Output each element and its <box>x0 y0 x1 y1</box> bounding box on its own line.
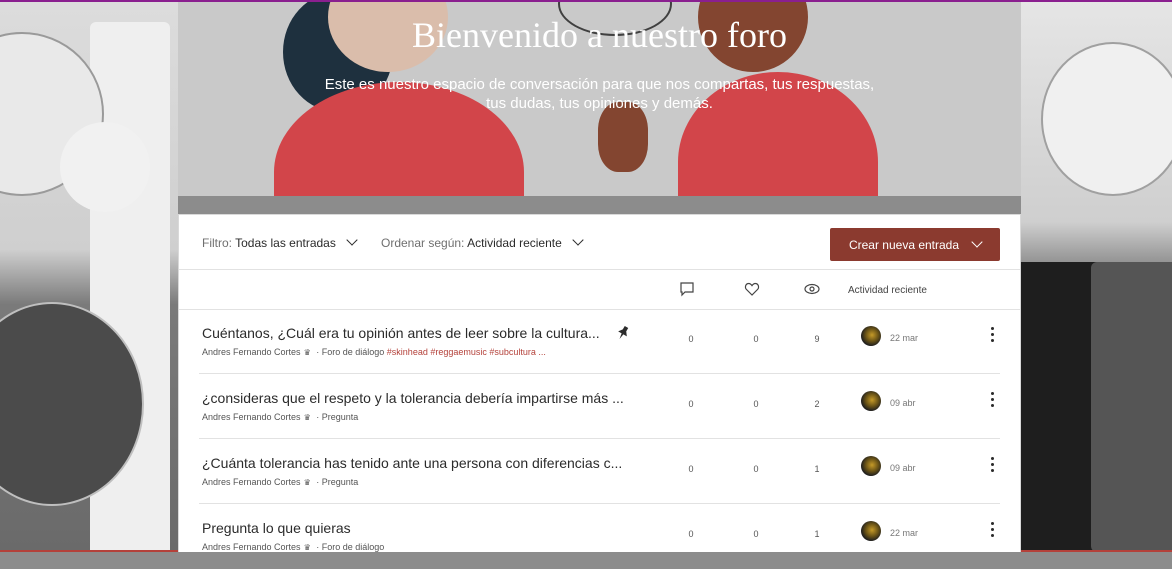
crown-icon: ♛ <box>303 413 311 422</box>
comment-count: 0 <box>688 529 694 539</box>
crown-icon: ♛ <box>303 543 311 552</box>
meta-separator: · <box>313 542 322 552</box>
meta-separator: · <box>313 477 322 487</box>
post-title[interactable]: Pregunta lo que quieras <box>202 520 642 536</box>
view-count: 9 <box>814 334 820 344</box>
post-meta: Andres Fernando Cortes ♛ · Foro de diálog… <box>202 542 384 552</box>
post-row[interactable]: ¿consideras que el respeto y la toleranc… <box>179 374 1020 439</box>
pin-icon <box>618 325 629 340</box>
sort-dropdown[interactable]: Ordenar según: Actividad reciente <box>381 234 584 250</box>
filter-label: Filtro: <box>202 236 232 250</box>
post-author[interactable]: Andres Fernando Cortes <box>202 542 301 552</box>
post-author[interactable]: Andres Fernando Cortes <box>202 347 301 357</box>
post-meta: Andres Fernando Cortes ♛ · Pregunta <box>202 412 358 422</box>
more-options-icon[interactable] <box>989 327 995 345</box>
forum-post-list: Filtro: Todas las entradas Ordenar según… <box>178 214 1021 552</box>
create-post-label: Crear nueva entrada <box>848 237 960 252</box>
post-row[interactable]: Pregunta lo que quieras Andres Fernando C… <box>179 504 1020 569</box>
post-row[interactable]: ¿Cuánta tolerancia has tenido ante una p… <box>179 439 1020 504</box>
post-author[interactable]: Andres Fernando Cortes <box>202 412 301 422</box>
post-meta: Andres Fernando Cortes ♛ · Foro de diálog… <box>202 347 546 357</box>
activity-date: 09 abr <box>890 463 916 473</box>
sort-value: Actividad reciente <box>467 236 562 250</box>
create-post-button[interactable]: Crear nueva entrada <box>830 228 1000 261</box>
view-count: 1 <box>814 464 820 474</box>
view-count: 2 <box>814 399 820 409</box>
more-options-icon[interactable] <box>989 457 995 475</box>
activity-date: 22 mar <box>890 528 919 538</box>
more-options-icon[interactable] <box>989 392 995 410</box>
meta-separator: · <box>313 412 322 422</box>
puzzle-background-left <box>0 2 178 552</box>
avatar[interactable] <box>861 326 881 346</box>
comment-count: 0 <box>688 399 694 409</box>
comment-icon <box>680 282 694 297</box>
view-count: 1 <box>814 529 820 539</box>
crown-icon: ♛ <box>303 348 311 357</box>
filter-dropdown[interactable]: Filtro: Todas las entradas <box>202 234 358 250</box>
eye-icon <box>804 283 820 295</box>
more-options-icon[interactable] <box>989 522 995 540</box>
hero-title: Bienvenido a nuestro foro <box>412 15 787 55</box>
chevron-down-icon <box>572 234 584 246</box>
post-category[interactable]: Foro de diálogo <box>322 347 385 357</box>
column-header: Actividad reciente <box>179 269 1020 310</box>
like-count: 0 <box>753 464 759 474</box>
post-category[interactable]: Foro de diálogo <box>322 542 385 552</box>
activity-date: 22 mar <box>890 333 919 343</box>
post-tags[interactable]: #skinhead #reggaemusic #subcultura ... <box>387 347 546 357</box>
activity-date: 09 abr <box>890 398 916 408</box>
chevron-down-icon <box>346 234 358 246</box>
meta-separator: · <box>313 347 322 357</box>
post-category[interactable]: Pregunta <box>322 477 359 487</box>
comment-count: 0 <box>688 464 694 474</box>
hero-subtitle: Este es nuestro espacio de conversación … <box>324 76 875 112</box>
like-count: 0 <box>753 334 759 344</box>
sort-label: Ordenar según: <box>381 236 465 250</box>
like-count: 0 <box>753 529 759 539</box>
like-count: 0 <box>753 399 759 409</box>
post-title[interactable]: Cuéntanos, ¿Cuál era tu opinión antes de… <box>202 325 642 341</box>
crown-icon: ♛ <box>303 478 311 487</box>
activity-column-label: Actividad reciente <box>848 285 927 296</box>
post-title[interactable]: ¿consideras que el respeto y la toleranc… <box>202 390 642 406</box>
avatar[interactable] <box>861 521 881 541</box>
avatar[interactable] <box>861 391 881 411</box>
heart-icon <box>744 282 760 296</box>
post-row[interactable]: Cuéntanos, ¿Cuál era tu opinión antes de… <box>179 309 1020 374</box>
filter-bar: Filtro: Todas las entradas Ordenar según… <box>179 215 1020 270</box>
filter-value: Todas las entradas <box>235 236 336 250</box>
post-title[interactable]: ¿Cuánta tolerancia has tenido ante una p… <box>202 455 642 471</box>
comment-count: 0 <box>688 334 694 344</box>
forum-hero-banner: Bienvenido a nuestro foro Este es nuestr… <box>178 2 1021 196</box>
post-author[interactable]: Andres Fernando Cortes <box>202 477 301 487</box>
post-meta: Andres Fernando Cortes ♛ · Pregunta <box>202 477 358 487</box>
avatar[interactable] <box>861 456 881 476</box>
puzzle-background-right <box>1021 2 1172 552</box>
post-category[interactable]: Pregunta <box>322 412 359 422</box>
chevron-down-icon <box>971 235 983 248</box>
